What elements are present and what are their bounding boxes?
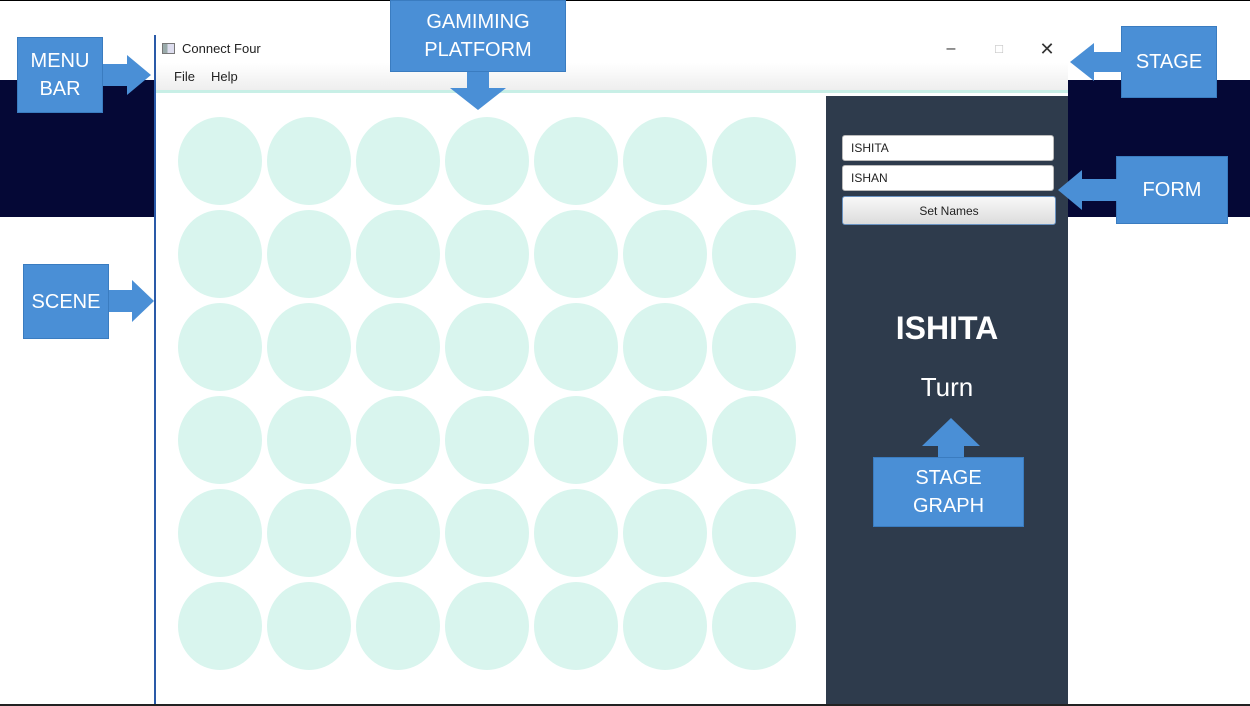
stage-arrow-shaft xyxy=(1092,52,1122,72)
form-callout-text: FORM xyxy=(1142,179,1202,201)
board-slot[interactable] xyxy=(267,582,351,670)
stage-graph-callout: STAGE GRAPH xyxy=(873,457,1024,527)
app-icon xyxy=(162,43,175,54)
board-slot[interactable] xyxy=(712,303,796,391)
menu-bar-callout-text: MENU BAR xyxy=(30,50,90,100)
scene-arrow-shaft xyxy=(109,290,133,312)
turn-label: Turn xyxy=(920,372,974,402)
board-slot[interactable] xyxy=(178,303,262,391)
stage-callout: STAGE xyxy=(1121,26,1217,98)
stage-arrow-icon xyxy=(1070,43,1094,81)
board-slot[interactable] xyxy=(623,582,707,670)
board-slot[interactable] xyxy=(267,303,351,391)
board-slot[interactable] xyxy=(178,582,262,670)
top-border-line xyxy=(0,0,1250,1)
board-slot[interactable] xyxy=(534,582,618,670)
application-window: Connect Four – □ ✕ File Help Set Names I… xyxy=(154,35,1068,706)
board-slot[interactable] xyxy=(178,489,262,577)
board-slot[interactable] xyxy=(356,396,440,484)
player-two-name-input[interactable] xyxy=(842,165,1054,191)
player-one-name-input[interactable] xyxy=(842,135,1054,161)
board-slot[interactable] xyxy=(623,396,707,484)
set-names-button[interactable]: Set Names xyxy=(842,196,1056,225)
board-slot[interactable] xyxy=(534,489,618,577)
board-slot[interactable] xyxy=(178,210,262,298)
title-bar[interactable]: Connect Four – □ ✕ xyxy=(156,35,1068,63)
board-slot[interactable] xyxy=(623,489,707,577)
board-slot[interactable] xyxy=(178,117,262,205)
gaming-platform-callout: GAMIMING PLATFORM xyxy=(390,0,566,72)
board-slot[interactable] xyxy=(267,489,351,577)
board-slot[interactable] xyxy=(534,210,618,298)
scene-arrow-icon xyxy=(132,280,154,322)
board-slot[interactable] xyxy=(445,396,529,484)
board-slot[interactable] xyxy=(712,396,796,484)
stage-callout-text: STAGE xyxy=(1135,51,1203,73)
window-title: Connect Four xyxy=(182,41,261,56)
board-slot[interactable] xyxy=(712,117,796,205)
close-button[interactable]: ✕ xyxy=(1032,39,1062,59)
form-arrow-shaft xyxy=(1080,179,1117,201)
side-panel: Set Names ISHITA Turn xyxy=(826,96,1068,706)
menu-bar-callout: MENU BAR xyxy=(17,37,103,113)
menu-bar-arrow-icon xyxy=(127,55,151,95)
board-slot[interactable] xyxy=(534,117,618,205)
stage-graph-callout-text: STAGE GRAPH xyxy=(912,467,985,517)
board-slot[interactable] xyxy=(445,582,529,670)
menu-help[interactable]: Help xyxy=(211,69,238,84)
board-slot[interactable] xyxy=(178,396,262,484)
board-slot[interactable] xyxy=(445,117,529,205)
menu-bar: File Help xyxy=(156,63,1068,93)
form-arrow-icon xyxy=(1058,170,1082,210)
board-slot[interactable] xyxy=(356,582,440,670)
scene-callout-text: SCENE xyxy=(31,290,101,313)
board-slot[interactable] xyxy=(445,210,529,298)
board-slot[interactable] xyxy=(445,303,529,391)
board-slot[interactable] xyxy=(267,117,351,205)
board-slot[interactable] xyxy=(356,303,440,391)
board-slot[interactable] xyxy=(623,117,707,205)
current-player-label: ISHITA xyxy=(895,310,999,346)
board-slot[interactable] xyxy=(267,396,351,484)
board-slot[interactable] xyxy=(712,210,796,298)
board-slot[interactable] xyxy=(623,303,707,391)
menu-bar-arrow-shaft xyxy=(103,64,129,86)
minimize-button[interactable]: – xyxy=(936,39,966,59)
board-slot[interactable] xyxy=(356,117,440,205)
gaming-platform-arrow-icon xyxy=(450,88,506,110)
game-board[interactable] xyxy=(170,115,810,675)
menu-file[interactable]: File xyxy=(174,69,195,84)
board-slot[interactable] xyxy=(623,210,707,298)
scene-callout: SCENE xyxy=(23,264,109,339)
gaming-platform-callout-text: GAMIMING PLATFORM xyxy=(424,11,532,61)
board-slot[interactable] xyxy=(534,303,618,391)
form-callout: FORM xyxy=(1116,156,1228,224)
board-slot[interactable] xyxy=(356,210,440,298)
board-slot[interactable] xyxy=(267,210,351,298)
board-slot[interactable] xyxy=(534,396,618,484)
board-slot[interactable] xyxy=(712,582,796,670)
board-slot[interactable] xyxy=(445,489,529,577)
stage-graph-arrow-icon xyxy=(922,418,980,446)
board-slot[interactable] xyxy=(356,489,440,577)
board-slot[interactable] xyxy=(712,489,796,577)
maximize-button[interactable]: □ xyxy=(984,39,1014,59)
